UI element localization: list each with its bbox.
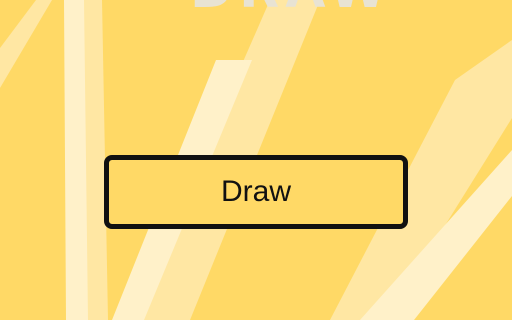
background-ray (64, 0, 88, 320)
draw-button[interactable]: Draw (104, 155, 408, 229)
draw-button-label: Draw (220, 175, 291, 208)
background-ray (0, 0, 52, 88)
screen-title: DRAW (190, 0, 392, 20)
